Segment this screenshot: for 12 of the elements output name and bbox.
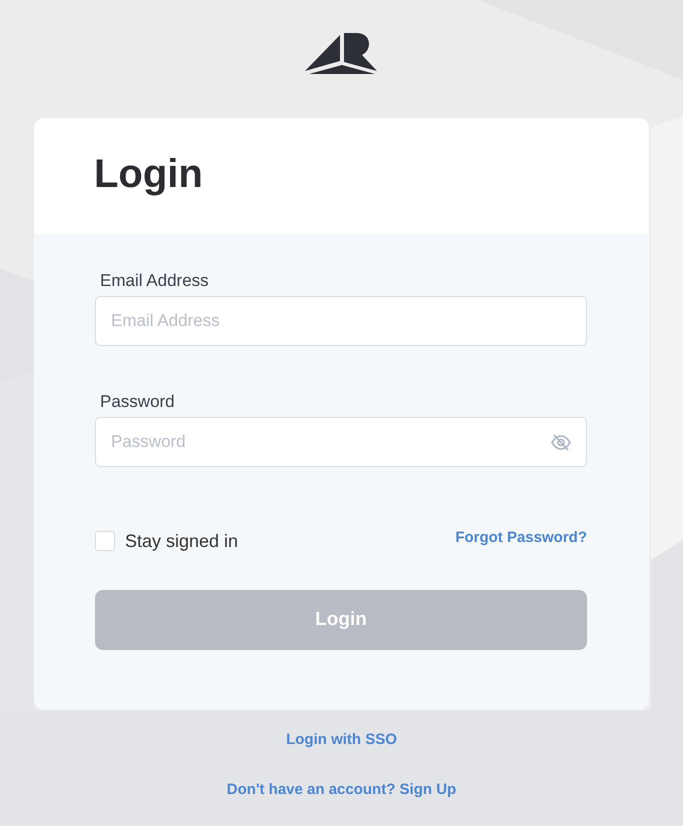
checkbox[interactable] <box>95 531 115 551</box>
email-field[interactable]: Email Address <box>95 296 587 346</box>
sso-login-link[interactable]: Login with SSO <box>286 731 397 749</box>
logo-icon <box>305 33 378 74</box>
field-label: Email Address <box>99 271 209 291</box>
card-title: Login <box>94 154 203 198</box>
sign-up-link[interactable]: Don't have an account? Sign Up <box>226 781 456 799</box>
forgot-password-link[interactable]: Forgot Password? <box>455 529 587 546</box>
eye-slash-icon[interactable] <box>551 434 571 451</box>
checkbox-label: Stay signed in <box>125 530 238 552</box>
field-label: Password <box>99 392 175 412</box>
password-field[interactable]: Password <box>95 417 587 467</box>
